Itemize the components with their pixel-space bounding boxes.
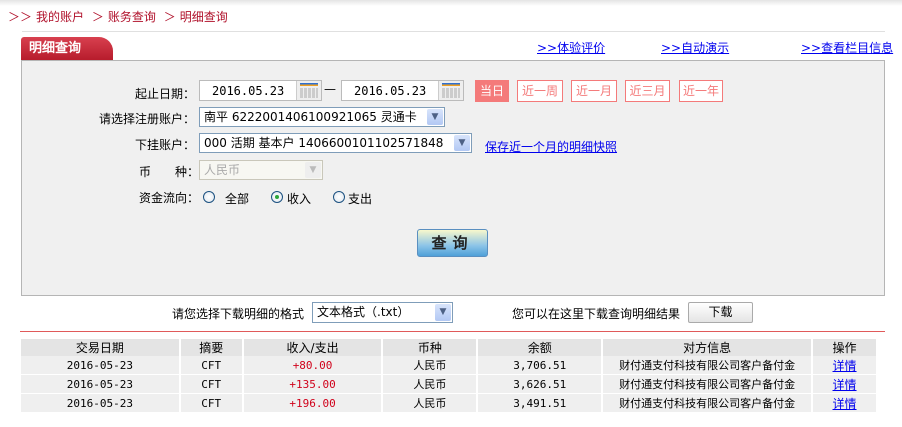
- cell-amount: +196.00: [242, 393, 384, 413]
- cell-amount: +135.00: [242, 374, 384, 394]
- header-amount: 收入/支出: [242, 339, 384, 356]
- table-row: 2016-05-23 CFT +196.00 人民币 3,491.51 财付通支…: [21, 393, 878, 413]
- download-hint: 您可以在这里下载查询明细结果: [512, 307, 681, 321]
- column-info-link[interactable]: >>查看栏目信息: [801, 39, 893, 56]
- reg-account-label: 请选择注册账户：: [98, 112, 195, 126]
- save-snapshot-link[interactable]: 保存近一个月的明细快照: [485, 138, 617, 155]
- flow-label: 资金流向：: [139, 191, 200, 205]
- format-select[interactable]: 文本格式（.txt） ▼: [312, 302, 453, 323]
- end-date-value: 2016.05.23: [354, 84, 427, 98]
- cell-balance: 3,491.51: [477, 393, 604, 413]
- auto-demo-link[interactable]: >>自动演示: [661, 39, 729, 56]
- cell-currency: 人民币: [382, 393, 479, 413]
- cell-summary: CFT: [179, 393, 244, 413]
- chevron-down-icon: ▼: [305, 162, 321, 178]
- chevron-icon: ＞: [163, 10, 176, 24]
- cell-counterparty: 财付通支付科技有限公司客户备付金: [602, 356, 814, 375]
- feedback-link[interactable]: >>体验评价: [537, 39, 605, 56]
- cell-summary: CFT: [179, 374, 244, 394]
- sub-account-label: 下挂账户：: [134, 138, 195, 152]
- chevron-icon: ＞: [91, 10, 104, 24]
- header-currency: 币种: [382, 339, 479, 356]
- cell-currency: 人民币: [382, 356, 479, 375]
- chevron-down-icon[interactable]: ▼: [454, 135, 470, 151]
- details-link[interactable]: 详情: [833, 359, 857, 373]
- range-month-button[interactable]: 近一月: [571, 80, 617, 102]
- cell-balance: 3,626.51: [477, 374, 604, 394]
- chevron-down-icon[interactable]: ▼: [427, 109, 443, 125]
- range-today-button[interactable]: 当日: [475, 80, 509, 102]
- cell-date: 2016-05-23: [21, 374, 181, 394]
- cell-amount: +80.00: [242, 356, 384, 375]
- reg-account-select[interactable]: 南平 6222001406100921065 灵通卡 ▼: [199, 107, 445, 127]
- radio-expense-label[interactable]: 支出: [348, 190, 372, 207]
- download-button[interactable]: 下载: [688, 302, 753, 323]
- details-link[interactable]: 详情: [833, 397, 857, 411]
- calendar-icon[interactable]: [438, 81, 463, 100]
- cell-counterparty: 财付通支付科技有限公司客户备付金: [602, 374, 814, 394]
- currency-label: 币 种：: [139, 165, 200, 179]
- radio-income-label[interactable]: 收入: [287, 190, 311, 207]
- sub-account-value: 000 活期 基本户 1406600101102571848: [204, 136, 444, 150]
- cell-balance: 3,706.51: [477, 356, 604, 375]
- breadcrumb-item[interactable]: 账务查询: [108, 10, 156, 24]
- table-row: 2016-05-23 CFT +135.00 人民币 3,626.51 财付通支…: [21, 374, 878, 394]
- start-date-input[interactable]: 2016.05.23: [199, 80, 322, 101]
- breadcrumb: ＞＞ 我的账户 ＞ 账务查询 ＞ 明细查询: [8, 8, 232, 25]
- format-label: 请您选择下载明细的格式: [172, 307, 305, 321]
- header-summary: 摘要: [179, 339, 244, 356]
- range-week-button[interactable]: 近一周: [517, 80, 563, 102]
- cell-summary: CFT: [179, 356, 244, 375]
- chevron-icon: ＞＞: [8, 10, 33, 24]
- header-date: 交易日期: [21, 339, 181, 356]
- details-link[interactable]: 详情: [833, 378, 857, 392]
- end-date-input[interactable]: 2016.05.23: [341, 80, 464, 101]
- tab-detail-query[interactable]: 明细查询: [21, 37, 113, 60]
- chevron-down-icon[interactable]: ▼: [435, 304, 451, 321]
- radio-expense[interactable]: [333, 191, 345, 203]
- radio-income[interactable]: [271, 191, 283, 203]
- start-date-value: 2016.05.23: [212, 84, 285, 98]
- date-separator: —: [324, 82, 336, 96]
- breadcrumb-item[interactable]: 我的账户: [36, 10, 84, 24]
- calendar-icon[interactable]: [296, 81, 321, 100]
- cell-currency: 人民币: [382, 374, 479, 394]
- cell-counterparty: 财付通支付科技有限公司客户备付金: [602, 393, 814, 413]
- radio-all-label[interactable]: 全部: [225, 190, 249, 207]
- currency-value: 人民币: [204, 163, 241, 177]
- reg-account-value: 南平 6222001406100921065 灵通卡: [204, 110, 417, 124]
- table-header: 交易日期 摘要 收入/支出 币种 余额 对方信息 操作: [21, 339, 878, 356]
- currency-select: 人民币 ▼: [199, 160, 323, 180]
- cell-date: 2016-05-23: [21, 393, 181, 413]
- search-button[interactable]: 查询: [417, 229, 488, 257]
- header-counterparty: 对方信息: [602, 339, 814, 356]
- header-action: 操作: [812, 339, 878, 356]
- transaction-table: 交易日期 摘要 收入/支出 币种 余额 对方信息 操作 2016-05-23 C…: [21, 339, 878, 413]
- top-shade: [0, 0, 902, 6]
- divider: [22, 31, 885, 32]
- cell-date: 2016-05-23: [21, 356, 181, 375]
- format-value: 文本格式（.txt）: [317, 305, 410, 319]
- range-year-button[interactable]: 近一年: [679, 80, 723, 102]
- sub-account-select[interactable]: 000 活期 基本户 1406600101102571848 ▼: [199, 133, 472, 153]
- header-balance: 余额: [477, 339, 604, 356]
- divider: [20, 331, 885, 332]
- radio-all[interactable]: [203, 191, 215, 203]
- table-row: 2016-05-23 CFT +80.00 人民币 3,706.51 财付通支付…: [21, 356, 878, 375]
- range-three-months-button[interactable]: 近三月: [625, 80, 670, 102]
- breadcrumb-item[interactable]: 明细查询: [180, 10, 228, 24]
- date-label: 起止日期：: [134, 87, 195, 101]
